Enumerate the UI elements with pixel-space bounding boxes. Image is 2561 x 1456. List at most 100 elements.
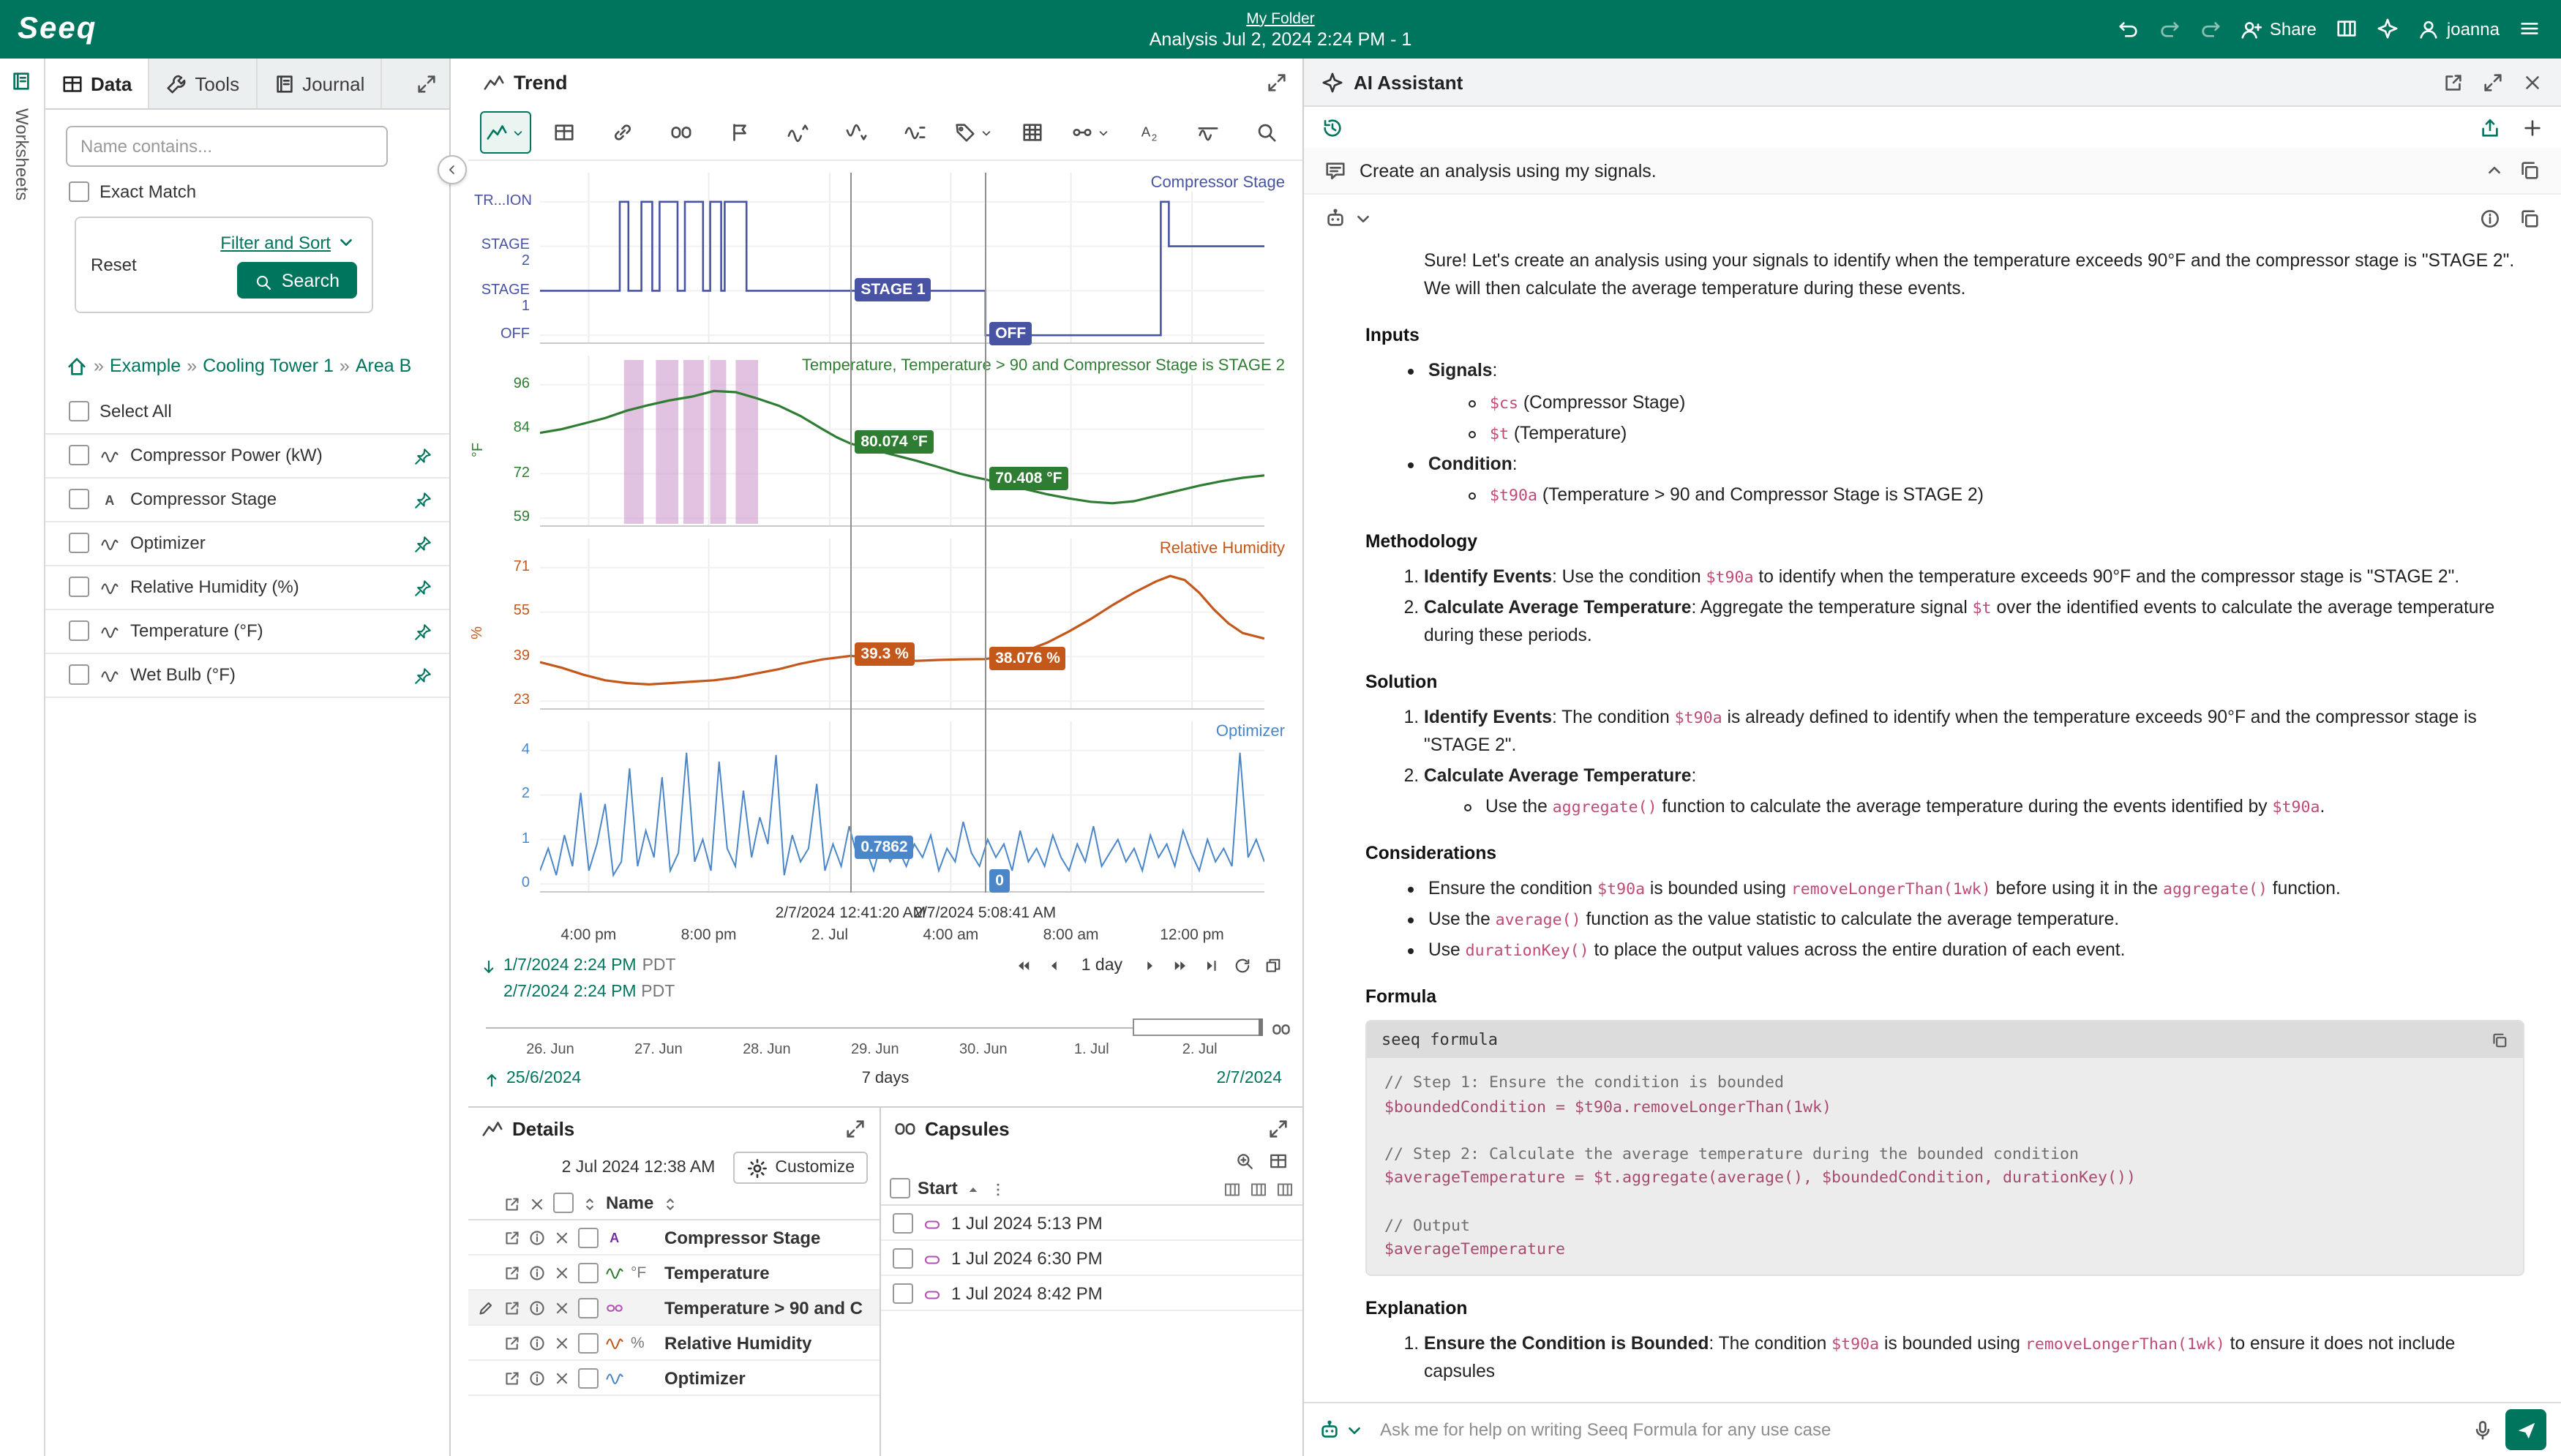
asset-checkbox[interactable] — [69, 533, 89, 553]
number-format-button[interactable]: A2 — [1124, 111, 1175, 154]
edit-pencil-icon[interactable] — [477, 1299, 496, 1316]
share-item-icon[interactable] — [503, 1369, 521, 1386]
capsule-row[interactable]: 1 Jul 2024 6:30 PM — [881, 1242, 1302, 1277]
chevron-down-icon[interactable] — [1352, 208, 1374, 230]
breadcrumb-item[interactable]: Area B — [356, 356, 411, 376]
share-item-icon[interactable] — [503, 1264, 521, 1281]
item-name[interactable]: Relative Humidity — [664, 1332, 871, 1353]
capsules-table-icon[interactable] — [1269, 1150, 1288, 1171]
item-info-icon[interactable] — [528, 1264, 546, 1281]
exact-match-box[interactable] — [69, 181, 89, 202]
add-column-icon-2[interactable] — [1250, 1179, 1267, 1199]
undo-button[interactable] — [2118, 18, 2140, 40]
investigate-range-start[interactable]: 25/6/2024 — [506, 1070, 581, 1088]
selected-range-handle[interactable] — [1133, 1018, 1263, 1036]
item-checkbox[interactable] — [578, 1332, 599, 1353]
table-view-button[interactable] — [539, 111, 590, 154]
lane-plot[interactable] — [540, 721, 1264, 893]
expand-data-panel-button[interactable] — [416, 72, 438, 95]
signal-top-button[interactable] — [773, 111, 824, 154]
column-menu-icon[interactable] — [990, 1179, 1008, 1199]
redo-all-button[interactable] — [2200, 18, 2221, 40]
trend-lane[interactable]: Compressor StageTR...IONSTAGE 2STAGE 1OF… — [474, 173, 1291, 344]
item-name[interactable]: Compressor Stage — [664, 1227, 871, 1247]
item-name[interactable]: Optimizer — [664, 1367, 871, 1388]
asset-list-item[interactable]: Relative Humidity (%) — [45, 566, 449, 609]
asset-checkbox[interactable] — [69, 664, 89, 685]
details-row[interactable]: Temperature > 90 and C — [468, 1291, 880, 1326]
remove-item-icon[interactable] — [553, 1299, 571, 1316]
pin-icon[interactable] — [414, 533, 432, 553]
duration-label[interactable]: 1 day — [1081, 957, 1122, 975]
time-range-slider[interactable] — [486, 1018, 1263, 1039]
details-row[interactable]: %Relative Humidity — [468, 1326, 880, 1361]
trend-lane[interactable]: Temperature, Temperature > 90 and Compre… — [474, 356, 1291, 527]
capsules-select-all-checkbox[interactable] — [890, 1179, 910, 1199]
signal-bottom-button[interactable] — [831, 111, 882, 154]
ai-prompt-input[interactable] — [1377, 1418, 2460, 1441]
investigate-range-end[interactable]: 2/7/2024 — [1216, 1070, 1282, 1088]
item-checkbox[interactable] — [578, 1227, 599, 1247]
display-mode-button[interactable] — [480, 111, 531, 154]
pan-forward-full-button[interactable] — [1172, 957, 1190, 975]
item-info-icon[interactable] — [528, 1369, 546, 1386]
pan-back-full-button[interactable] — [1014, 957, 1032, 975]
add-column-icon-3[interactable] — [1276, 1179, 1294, 1199]
close-ai-button[interactable] — [2521, 71, 2543, 93]
zoom-button[interactable] — [1241, 111, 1292, 154]
display-range-end[interactable]: 2/7/2024 2:24 PM — [503, 983, 637, 1001]
pan-forward-button[interactable] — [1141, 957, 1159, 975]
breadcrumb-item[interactable]: Cooling Tower 1 — [203, 356, 334, 376]
item-name[interactable]: Temperature > 90 and C — [664, 1297, 871, 1318]
customize-button[interactable] — [948, 111, 1000, 154]
trend-lane[interactable]: Relative Humidity71553923% — [474, 539, 1291, 710]
signal-bounds-button[interactable] — [890, 111, 941, 154]
expand-details-button[interactable] — [844, 1117, 866, 1140]
share-button[interactable]: Share — [2241, 18, 2317, 41]
start-column-header[interactable]: Start — [918, 1179, 958, 1199]
copy-range-button[interactable] — [1264, 957, 1282, 975]
pin-icon[interactable] — [414, 577, 432, 597]
ai-assistant-toggle-button[interactable] — [2377, 18, 2399, 40]
asset-checkbox[interactable] — [69, 489, 89, 509]
details-select-all-checkbox[interactable] — [553, 1193, 574, 1213]
tab-data[interactable]: Data — [45, 59, 149, 108]
capsule-row[interactable]: 1 Jul 2024 8:42 PM — [881, 1277, 1302, 1312]
remove-item-icon[interactable] — [553, 1264, 571, 1281]
capsule-checkbox[interactable] — [893, 1248, 913, 1269]
pin-icon[interactable] — [414, 489, 432, 509]
go-to-now-button[interactable] — [1203, 957, 1220, 975]
home-icon[interactable] — [66, 355, 88, 377]
asset-checkbox[interactable] — [69, 620, 89, 641]
item-info-icon[interactable] — [528, 1228, 546, 1246]
item-checkbox[interactable] — [578, 1262, 599, 1283]
cursors-button[interactable] — [1065, 111, 1117, 154]
pan-back-button[interactable] — [1045, 957, 1062, 975]
lane-plot[interactable] — [540, 539, 1264, 710]
collapse-message-button[interactable] — [2483, 160, 2505, 181]
reset-button[interactable]: Reset — [91, 255, 137, 275]
details-row[interactable]: Optimizer — [468, 1361, 880, 1396]
asset-checkbox[interactable] — [69, 445, 89, 465]
folder-link[interactable]: My Folder — [1246, 10, 1314, 27]
share-item-icon[interactable] — [503, 1334, 521, 1351]
search-button[interactable]: Search — [238, 263, 357, 299]
redo-button[interactable] — [2159, 18, 2181, 40]
capsule-checkbox[interactable] — [893, 1283, 913, 1304]
display-range-start[interactable]: 1/7/2024 2:24 PM — [503, 957, 637, 975]
select-all-checkbox[interactable]: Select All — [45, 389, 449, 434]
input-mode-chevron-icon[interactable] — [1343, 1419, 1365, 1441]
lane-plot[interactable] — [540, 356, 1264, 527]
asset-checkbox[interactable] — [69, 577, 89, 597]
add-column-icon[interactable] — [1223, 1179, 1241, 1199]
pin-icon[interactable] — [414, 620, 432, 641]
asset-list-item[interactable]: Temperature (°F) — [45, 609, 449, 653]
share-item-icon[interactable] — [503, 1299, 521, 1316]
capsule-time-button[interactable] — [656, 111, 707, 154]
tab-tools[interactable]: Tools — [149, 59, 257, 108]
details-row[interactable]: ACompressor Stage — [468, 1220, 880, 1256]
trend-chart[interactable]: Compressor StageTR...IONSTAGE 2STAGE 1OF… — [474, 173, 1291, 948]
refresh-button[interactable] — [1234, 957, 1251, 975]
chat-history-button[interactable] — [1321, 116, 1343, 139]
send-button[interactable] — [2505, 1409, 2546, 1450]
